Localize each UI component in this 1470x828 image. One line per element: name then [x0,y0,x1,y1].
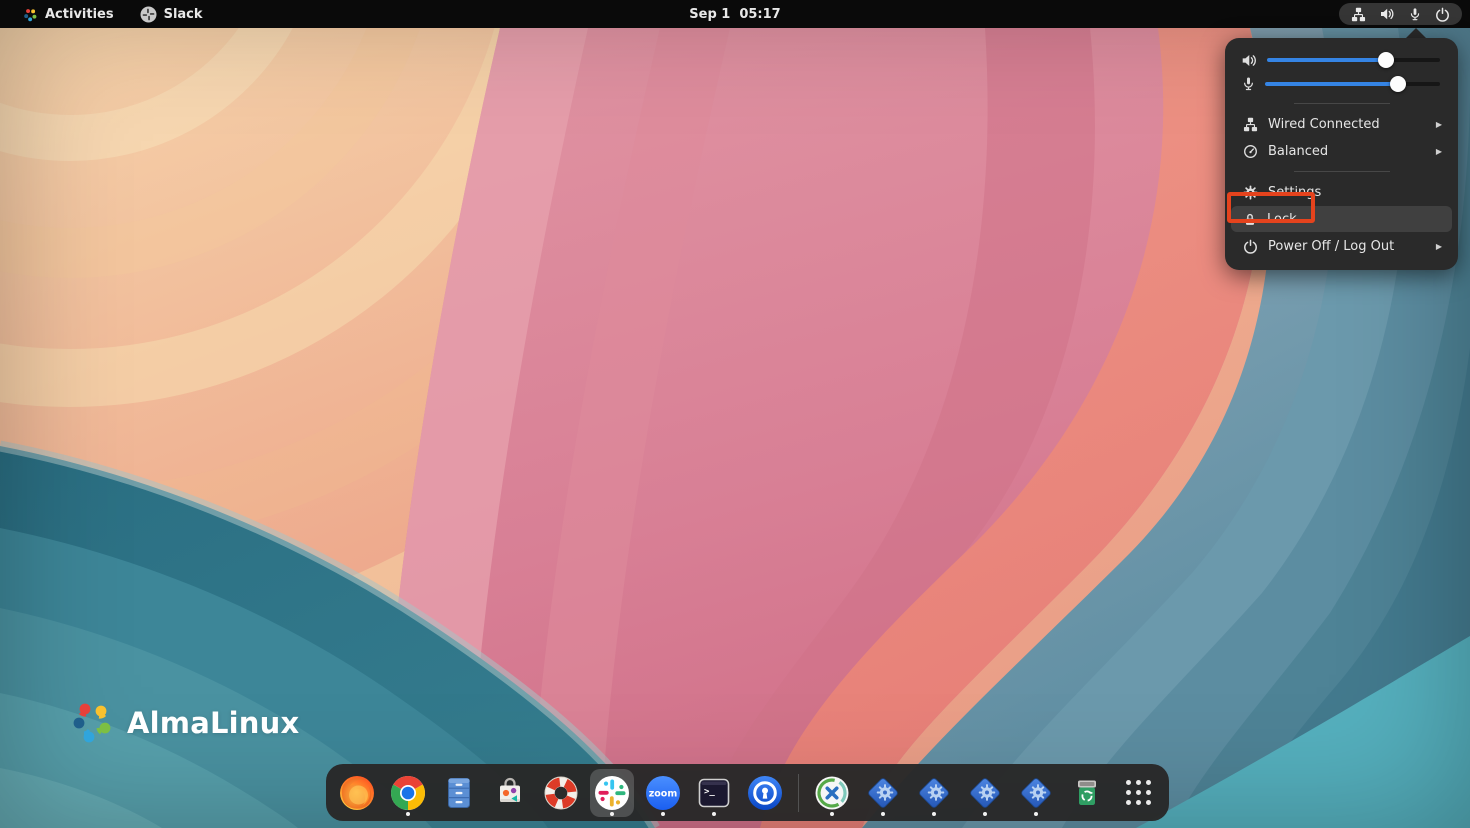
zoom-icon: zoom [643,773,683,813]
volume-slider[interactable] [1267,58,1440,62]
dock-item-software[interactable] [488,769,532,817]
chrome-icon [388,773,428,813]
dock-item-terminal[interactable]: >_ [692,769,736,817]
volume-slider-knob[interactable] [1378,52,1394,68]
focused-app-label: Slack [164,7,203,22]
power-icon [1243,239,1258,254]
svg-text:zoom: zoom [649,788,678,799]
diamond-gear-app-icon [863,773,903,813]
dock-item-diamond-gear-app-2[interactable] [912,769,956,817]
running-indicator [932,812,936,816]
microphone-slider-knob[interactable] [1390,76,1406,92]
running-indicator [712,812,716,816]
dock-item-zoom[interactable]: zoom [641,769,685,817]
clock-date: Sep 1 [689,7,730,22]
network-wired-icon [1351,7,1366,22]
software-icon [490,773,530,813]
menu-item-label: Power Off / Log Out [1268,239,1426,254]
brand-logo: AlmaLinux [72,700,299,746]
running-indicator [830,812,834,816]
microphone-icon [1408,7,1422,22]
running-indicator [610,812,614,816]
help-lifebuoy-icon [541,773,581,813]
svg-text:>_: >_ [704,787,715,797]
volume-slider-row [1225,48,1458,72]
menu-item-power-off-log-out[interactable]: Power Off / Log Out ▶ [1231,233,1452,259]
desktop-screen: Activities Slack Sep 1 05:17 [0,0,1470,828]
diamond-gear-app-icon [1016,773,1056,813]
dock-item-files[interactable] [437,769,481,817]
lock-icon [1243,212,1257,227]
dock-item-1password[interactable] [743,769,787,817]
running-indicator [406,812,410,816]
dock-item-diamond-gear-app-1[interactable] [861,769,905,817]
activities-label: Activities [45,7,114,22]
running-indicator [661,812,665,816]
running-indicator [1034,812,1038,816]
dock-item-diamond-gear-app-3[interactable] [963,769,1007,817]
network-wired-icon [1243,117,1258,132]
almalinux-logo-icon [23,7,38,22]
app-grid-icon [1126,780,1151,805]
dock-item-slack[interactable] [590,769,634,817]
terminal-icon: >_ [694,773,734,813]
dock-separator [798,774,799,812]
dock-item-help[interactable] [539,769,583,817]
volume-icon [1379,6,1395,22]
top-bar: Activities Slack Sep 1 05:17 [0,0,1470,28]
focused-app-menu[interactable]: Slack [131,3,212,25]
almalinux-logo-icon [72,700,116,746]
clock-time: 05:17 [739,7,780,22]
diamond-gear-app-icon [965,773,1005,813]
menu-item-lock[interactable]: Lock [1231,206,1452,232]
system-tray-button[interactable] [1339,3,1462,25]
submenu-arrow-icon: ▶ [1436,120,1444,129]
microphone-slider[interactable] [1265,82,1440,86]
firefox-icon [337,773,377,813]
submenu-arrow-icon: ▶ [1436,242,1444,251]
microphone-icon [1241,76,1256,92]
menu-item-label: Settings [1268,185,1444,200]
menu-item-label: Wired Connected [1268,117,1426,132]
activities-button[interactable]: Activities [14,3,123,25]
dock-item-diamond-gear-app-4[interactable] [1014,769,1058,817]
menu-divider [1294,103,1390,104]
clock-button[interactable]: Sep 1 05:17 [679,3,790,25]
submenu-arrow-icon: ▶ [1436,147,1444,156]
dock-item-chrome[interactable] [386,769,430,817]
trash-icon [1067,773,1107,813]
dock: zoom >_ [326,764,1169,821]
dock-item-citrix-workspace[interactable] [810,769,854,817]
speaker-icon [1241,52,1258,69]
dock-item-firefox[interactable] [335,769,379,817]
menu-divider [1294,171,1390,172]
running-indicator [983,812,987,816]
menu-item-label: Lock [1267,212,1444,227]
slack-icon [592,773,632,813]
brand-logo-text: AlmaLinux [127,706,299,740]
power-profile-icon [1243,144,1258,159]
menu-item-power-profile[interactable]: Balanced ▶ [1231,138,1452,164]
running-indicator [881,812,885,816]
dock-item-app-grid[interactable] [1116,769,1160,817]
1password-icon [745,773,785,813]
gear-icon [1243,185,1258,200]
system-menu: Wired Connected ▶ Balanced ▶ [1225,38,1458,270]
menu-item-wired-connected[interactable]: Wired Connected ▶ [1231,111,1452,137]
microphone-slider-row [1225,72,1458,96]
diamond-gear-app-icon [914,773,954,813]
citrix-workspace-icon [812,773,852,813]
menu-item-label: Balanced [1268,144,1426,159]
power-icon [1435,7,1450,22]
menu-item-settings[interactable]: Settings [1231,179,1452,205]
slack-app-icon [140,6,157,23]
dock-item-trash[interactable] [1065,769,1109,817]
files-icon [439,773,479,813]
